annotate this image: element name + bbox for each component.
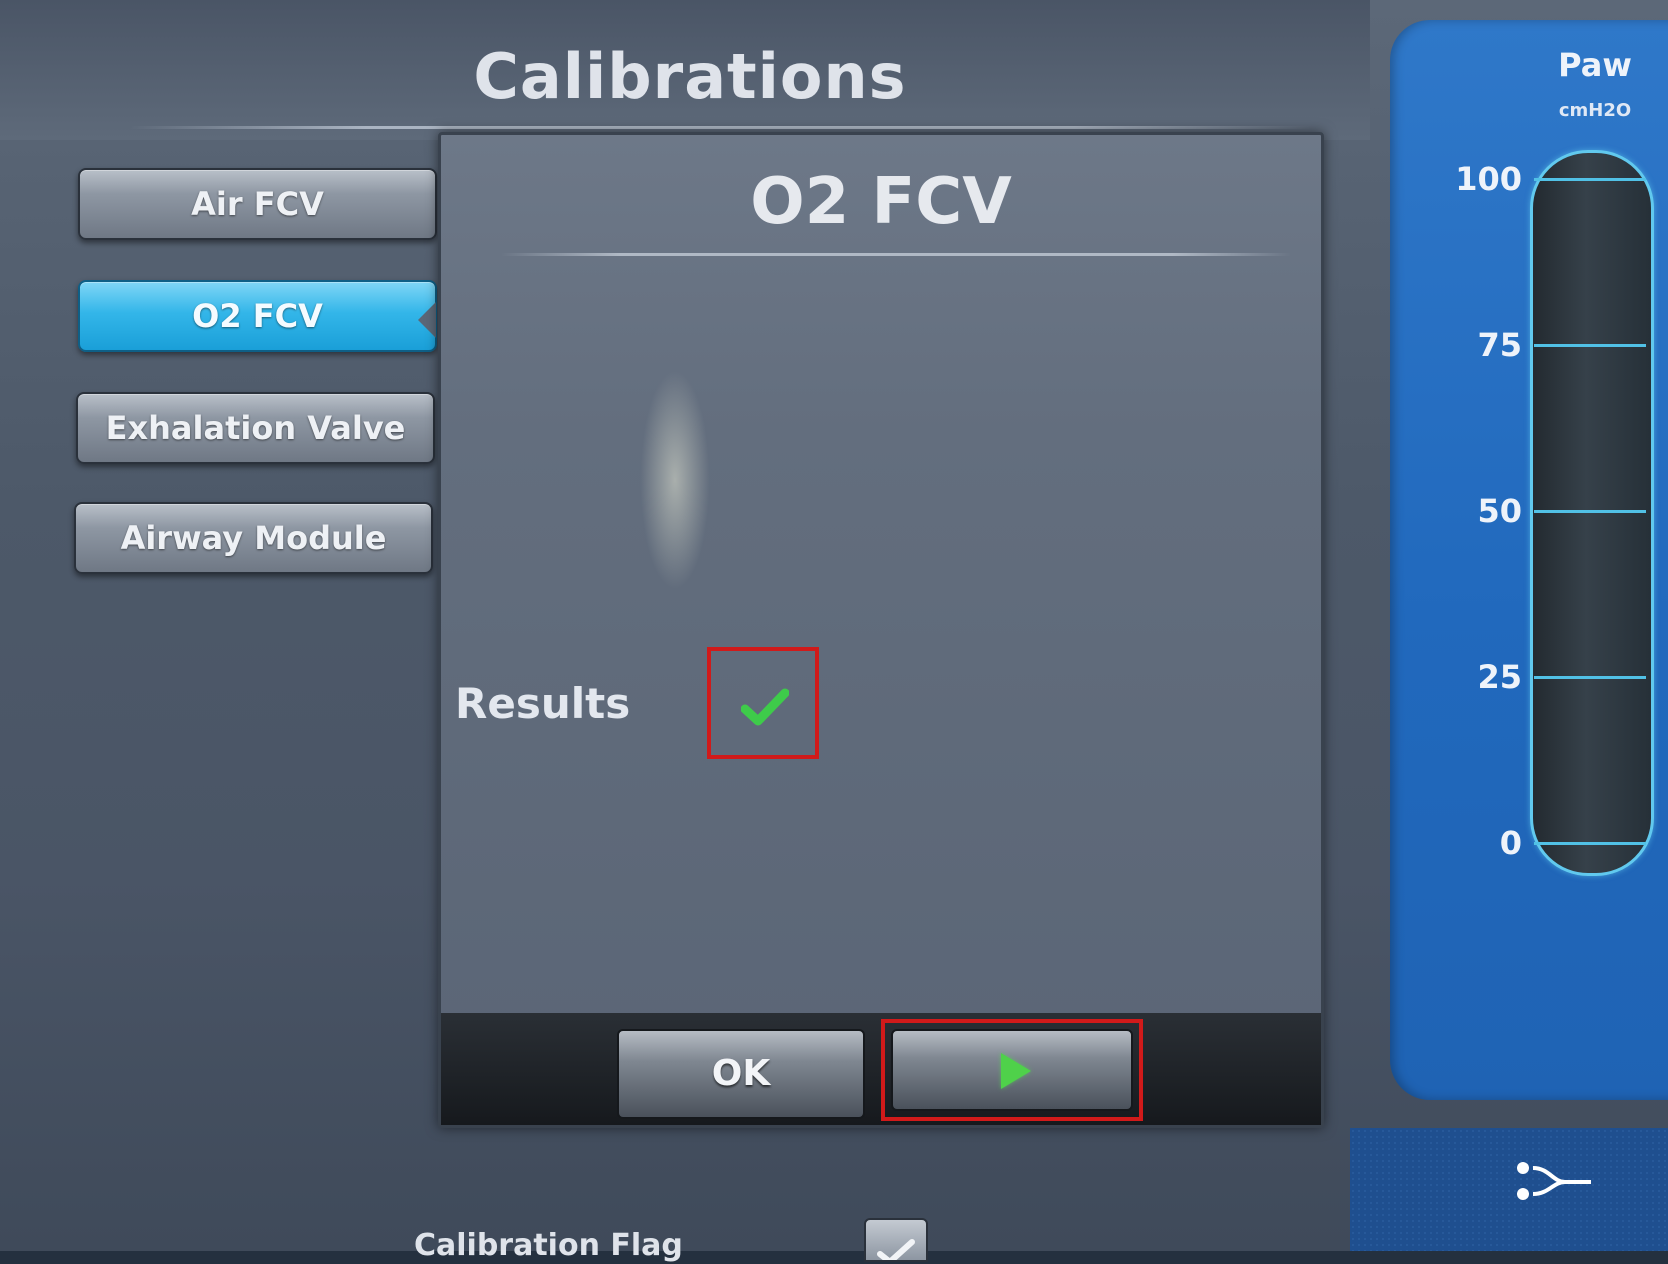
sidebar-item-airway-module[interactable]: Airway Module — [74, 502, 433, 574]
active-item-pointer — [418, 302, 436, 338]
calibration-flag-label: Calibration Flag — [414, 1228, 683, 1263]
checkmark-icon — [741, 688, 789, 726]
results-status — [707, 647, 819, 759]
gauge-tick — [1534, 510, 1646, 513]
start-button-highlight — [881, 1019, 1143, 1121]
calibration-panel: O2 FCV Results OK — [438, 132, 1324, 1128]
gauge-scale-label: 0 — [1499, 824, 1522, 862]
patient-circuit-icon — [1517, 1162, 1591, 1200]
panel-button-bar: OK — [441, 1013, 1321, 1125]
screen-glare — [640, 370, 710, 590]
checkbox-check-icon — [877, 1239, 915, 1264]
sidebar-item-o2-fcv[interactable]: O2 FCV — [78, 280, 437, 352]
gauge-scale-label: 25 — [1477, 658, 1522, 696]
gauge-tick — [1534, 344, 1646, 347]
status-strip — [1350, 1128, 1668, 1251]
title-divider — [130, 126, 1310, 129]
gauge-scale-label: 50 — [1477, 492, 1522, 530]
sidebar-item-air-fcv[interactable]: Air FCV — [78, 168, 437, 240]
gauge-tick — [1534, 842, 1646, 845]
gauge-scale-label: 75 — [1477, 326, 1522, 364]
panel-title: O2 FCV — [750, 165, 1012, 239]
ventilator-screen: Calibrations Air FCV O2 FCV Exhalation V… — [0, 0, 1668, 1264]
play-icon — [1001, 1053, 1031, 1089]
gauge-label: Paw — [1558, 46, 1632, 84]
calibration-flag-checkbox[interactable] — [864, 1218, 928, 1264]
pressure-gauge-bar — [1530, 150, 1654, 876]
gauge-unit: cmH2O — [1558, 100, 1632, 121]
gauge-tick — [1534, 676, 1646, 679]
gauge-tick — [1534, 178, 1646, 181]
results-label: Results — [455, 679, 631, 728]
page-title: Calibrations — [473, 40, 907, 113]
panel-title-divider — [501, 253, 1291, 256]
gauge-scale-label: 100 — [1455, 160, 1522, 198]
sidebar-item-exhalation-valve[interactable]: Exhalation Valve — [76, 392, 435, 464]
ok-button[interactable]: OK — [617, 1029, 865, 1119]
start-calibration-button[interactable] — [891, 1029, 1133, 1111]
